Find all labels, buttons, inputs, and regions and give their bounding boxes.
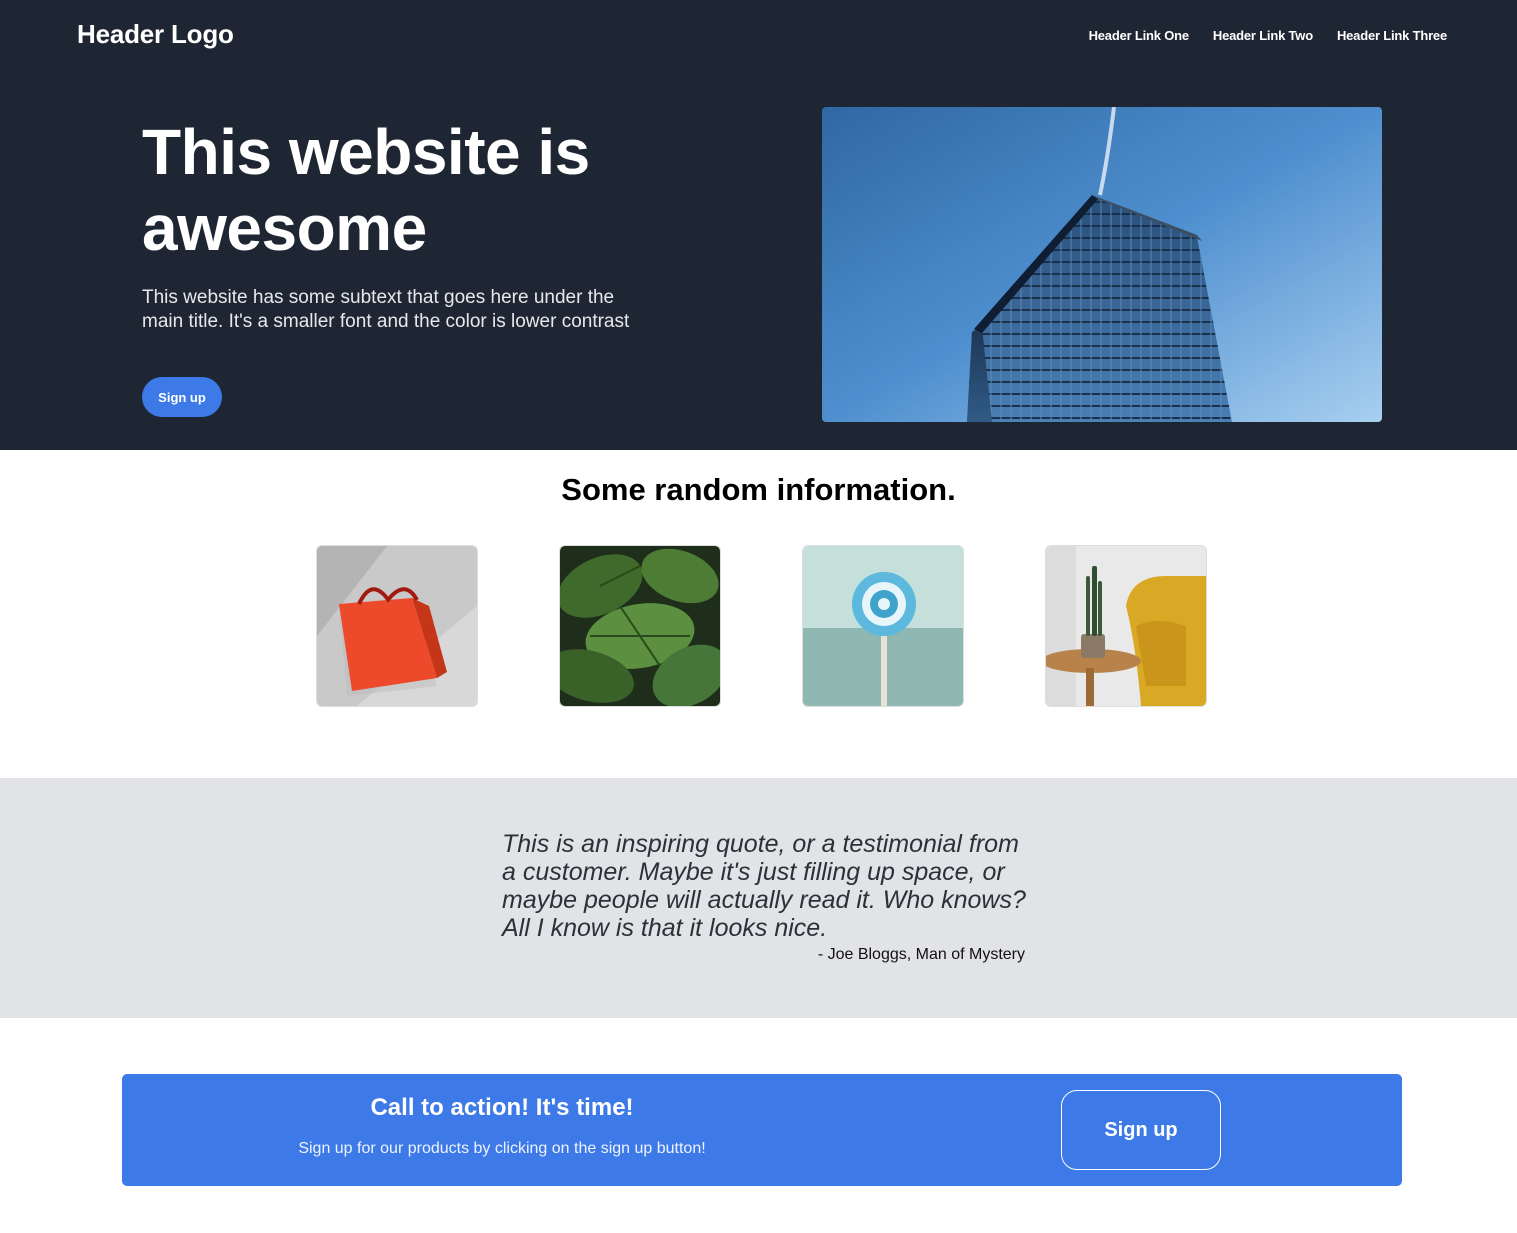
quote-author: - Joe Bloggs, Man of Mystery (817, 946, 1025, 963)
header-link-one[interactable]: Header Link One (1089, 28, 1190, 43)
header-link-two[interactable]: Header Link Two (1213, 28, 1313, 43)
chair-cactus-photo-icon (1045, 545, 1207, 707)
hero-section: Header Logo Header Link One Header Link … (0, 0, 1517, 450)
cta-title: Call to action! It's time! (370, 1094, 634, 1121)
quote-text: This is an inspiring quote, or a testimo… (502, 830, 1026, 942)
info-title: Some random information. (561, 472, 956, 507)
hero-title: This website is awesome (142, 116, 590, 264)
header-logo[interactable]: Header Logo (77, 19, 234, 50)
call-to-action: Call to action! It's time! Sign up for o… (122, 1074, 1402, 1186)
hero-subtitle: This website has some subtext that goes … (142, 287, 630, 332)
shopping-bag-photo-icon (316, 545, 478, 707)
building-photo-icon (822, 107, 1382, 422)
cta-signup-button[interactable]: Sign up (1061, 1090, 1221, 1170)
header-link-three[interactable]: Header Link Three (1337, 28, 1447, 43)
header-nav: Header Link One Header Link Two Header L… (1089, 28, 1448, 43)
lollipop-photo-icon (802, 545, 964, 707)
plant-leaves-photo-icon (559, 545, 721, 707)
hero-signup-button[interactable]: Sign up (142, 377, 222, 417)
cta-subtitle: Sign up for our products by clicking on … (298, 1140, 706, 1157)
